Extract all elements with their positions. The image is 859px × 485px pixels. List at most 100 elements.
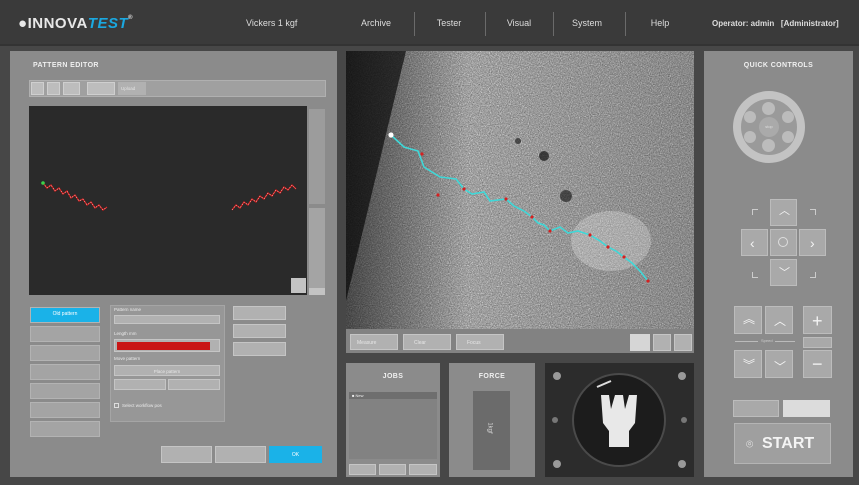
old-pattern-button[interactable]: Old pattern xyxy=(30,307,100,323)
indenter-camera-view xyxy=(545,363,694,477)
mount-screw xyxy=(678,460,686,468)
start-icon: ⌾ xyxy=(746,437,754,451)
force-panel: FORCE 1kgf xyxy=(449,363,535,477)
move-right-button[interactable]: › xyxy=(799,229,826,256)
menu-tester[interactable]: Tester xyxy=(424,18,474,28)
pattern-canvas[interactable] xyxy=(29,106,307,295)
wheel-downright-button[interactable] xyxy=(782,131,794,143)
option-button[interactable] xyxy=(233,342,286,356)
indent-point xyxy=(530,215,534,219)
side-button[interactable] xyxy=(30,364,100,380)
jobs-list[interactable] xyxy=(349,399,437,459)
mount-screw xyxy=(678,372,686,380)
light-active-button[interactable] xyxy=(783,400,830,417)
chevron-down-icon: ﹀ xyxy=(779,267,790,279)
force-indicator: 1kgf xyxy=(473,391,510,470)
zoom-reset-button[interactable] xyxy=(803,337,832,348)
pattern-color-bar xyxy=(117,342,210,350)
start-button[interactable]: ⌾ START xyxy=(734,423,831,464)
light-toggle-button[interactable] xyxy=(733,400,779,417)
cancel-button[interactable] xyxy=(161,446,212,463)
zoom-button[interactable] xyxy=(291,278,306,293)
z-fast-up-button[interactable]: ︽ xyxy=(734,306,762,334)
side-button[interactable] xyxy=(30,326,100,342)
pore xyxy=(560,190,572,202)
wheel-up-button[interactable] xyxy=(762,102,775,115)
side-button[interactable] xyxy=(30,383,100,399)
side-button[interactable] xyxy=(30,345,100,361)
wheel-upleft-button[interactable] xyxy=(744,111,756,123)
upload-button[interactable]: Upload xyxy=(118,82,146,95)
toolbar-button[interactable] xyxy=(47,82,60,95)
place-pattern-button[interactable]: Place pattern xyxy=(114,365,220,376)
double-chevron-down-icon: ︾ xyxy=(743,358,756,372)
menu-visual[interactable]: Visual xyxy=(494,18,544,28)
wheel-down-button[interactable] xyxy=(762,139,775,152)
move-left-button[interactable]: ‹ xyxy=(741,229,768,256)
pattern-editor-title: PATTERN EDITOR xyxy=(33,62,99,69)
innovatest-logo: ●INNOVATEST® xyxy=(18,15,134,32)
menu-archive[interactable]: Archive xyxy=(351,18,401,28)
corner-mark xyxy=(752,209,758,215)
chevron-right-icon: › xyxy=(810,235,815,251)
force-value: 1kgf xyxy=(486,422,493,434)
chevron-up-icon: ︿ xyxy=(774,314,787,328)
pattern-right xyxy=(231,183,297,211)
xy-control-wheel[interactable]: stop xyxy=(733,91,805,163)
clear-button[interactable]: Clear xyxy=(403,334,451,350)
wheel-upright-button[interactable] xyxy=(782,111,794,123)
option-button[interactable] xyxy=(233,306,286,320)
ok-button[interactable]: OK xyxy=(269,446,322,463)
microscope-camera-view[interactable] xyxy=(346,51,694,329)
apply-button[interactable] xyxy=(215,446,266,463)
z-fast-down-button[interactable]: ︾ xyxy=(734,350,762,378)
job-item[interactable]: ■ New xyxy=(349,392,437,399)
focus-button[interactable]: Focus xyxy=(456,334,504,350)
mount-screw xyxy=(553,372,561,380)
jobs-panel: JOBS ■ New xyxy=(346,363,440,477)
pattern-name-input[interactable] xyxy=(114,315,220,324)
menu-help[interactable]: Help xyxy=(635,18,685,28)
option-button[interactable] xyxy=(233,324,286,338)
move-left-button[interactable] xyxy=(114,379,166,390)
toolbar-button[interactable] xyxy=(63,82,80,95)
sample-surface-image xyxy=(346,51,694,329)
z-up-button[interactable]: ︿ xyxy=(765,306,793,334)
side-button[interactable] xyxy=(30,402,100,418)
wheel-center-button[interactable]: stop xyxy=(759,117,779,137)
indent-point xyxy=(462,187,466,191)
double-chevron-up-icon: ︽ xyxy=(743,312,756,326)
app-header: ●INNOVATEST® Vickers 1 kgf Archive Teste… xyxy=(0,0,859,46)
corner-mark xyxy=(810,209,816,215)
length-label: Length mm xyxy=(114,331,137,336)
move-up-button[interactable]: ︿ xyxy=(770,199,797,226)
view-button[interactable] xyxy=(674,334,692,351)
toolbar-button[interactable] xyxy=(31,82,44,95)
z-down-button[interactable]: ﹀ xyxy=(765,350,793,378)
move-right-button[interactable] xyxy=(168,379,220,390)
indent-point xyxy=(588,233,592,237)
view-button[interactable] xyxy=(630,334,650,351)
side-button[interactable] xyxy=(30,421,100,437)
measure-button[interactable]: Measure xyxy=(350,334,398,350)
toolbar-button[interactable] xyxy=(87,82,115,95)
indent-point xyxy=(606,245,610,249)
view-button[interactable] xyxy=(653,334,671,351)
editor-scrollbar-bottom[interactable] xyxy=(309,208,325,288)
logo-dot: ● xyxy=(18,15,28,32)
mount-screw xyxy=(552,417,558,423)
job-add-button[interactable] xyxy=(349,464,376,475)
length-field[interactable] xyxy=(114,339,220,352)
wheel-downleft-button[interactable] xyxy=(744,131,756,143)
editor-scrollbar-top[interactable] xyxy=(309,109,325,204)
indent-point xyxy=(504,197,508,201)
pattern-preview xyxy=(41,181,297,211)
job-delete-button[interactable] xyxy=(409,464,437,475)
zoom-in-button[interactable]: + xyxy=(803,306,832,334)
job-edit-button[interactable] xyxy=(379,464,406,475)
workflow-checkbox[interactable] xyxy=(114,403,119,408)
move-down-button[interactable]: ﹀ xyxy=(770,259,797,286)
menu-system[interactable]: System xyxy=(562,18,612,28)
zoom-out-button[interactable]: − xyxy=(803,350,832,378)
scroll-corner[interactable] xyxy=(309,288,325,295)
